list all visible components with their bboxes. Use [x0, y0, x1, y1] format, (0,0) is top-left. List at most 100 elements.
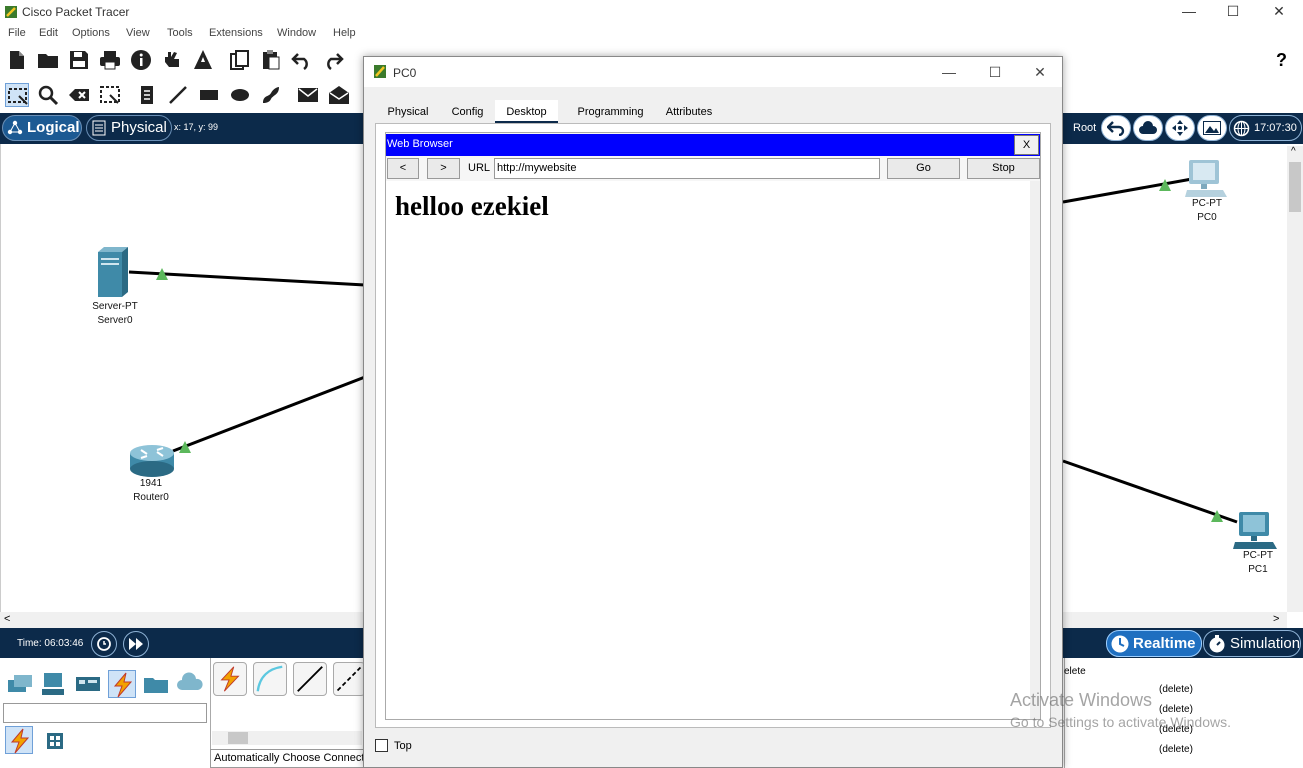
scroll-right-icon[interactable]: >: [1273, 613, 1279, 625]
print-button[interactable]: [98, 48, 122, 72]
new-file-button[interactable]: [5, 48, 29, 72]
maximize-button[interactable]: ☐: [1210, 0, 1256, 22]
network-devices-category[interactable]: [6, 670, 34, 698]
end-devices-icon: [42, 673, 64, 695]
ellipse-icon: [231, 89, 249, 101]
simulation-mode-button[interactable]: Simulation: [1203, 630, 1301, 657]
dialog-minimize-button[interactable]: —: [926, 61, 972, 83]
browser-back-button[interactable]: <: [387, 158, 419, 179]
undo-button[interactable]: [290, 48, 314, 72]
delete-tool-button[interactable]: [67, 83, 91, 107]
workspace-vertical-scrollbar[interactable]: ^: [1287, 146, 1303, 612]
ellipse-tool-button[interactable]: [228, 83, 252, 107]
pc1-label: PC-PT PC1: [1218, 549, 1298, 577]
set-background-button[interactable]: [1197, 115, 1227, 141]
activity-wizard-button[interactable]: [191, 48, 215, 72]
server-label: Server-PT Server0: [73, 300, 157, 328]
line-tool-button[interactable]: [166, 83, 190, 107]
menu-edit[interactable]: Edit: [39, 27, 58, 39]
menu-options[interactable]: Options: [72, 27, 110, 39]
help-button[interactable]: ?: [1276, 50, 1287, 71]
scroll-up-icon[interactable]: ^: [1291, 146, 1296, 157]
url-input[interactable]: http://mywebsite: [494, 158, 880, 179]
pdu-delete-link[interactable]: (delete): [1159, 684, 1193, 695]
physical-view-tab[interactable]: Physical: [86, 115, 172, 141]
tab-config[interactable]: Config: [442, 100, 493, 124]
tab-desktop[interactable]: Desktop: [495, 100, 558, 124]
multiuser-cloud-icon: [177, 672, 203, 690]
new-cluster-button[interactable]: [1133, 115, 1163, 141]
browser-go-button[interactable]: Go: [887, 158, 960, 179]
folder-icon: [144, 678, 168, 693]
tab-programming[interactable]: Programming: [560, 100, 661, 124]
menu-view[interactable]: View: [126, 27, 150, 39]
logical-view-tab[interactable]: Logical: [2, 115, 82, 141]
dialog-titlebar[interactable]: PC0 — ☐ ✕: [364, 57, 1062, 87]
menu-tools[interactable]: Tools: [167, 27, 193, 39]
copy-button[interactable]: [228, 48, 252, 72]
pc1-link: [1062, 459, 1238, 524]
connections-subcategory[interactable]: [5, 726, 33, 754]
note-tool-button[interactable]: [135, 83, 159, 107]
viewport-clock[interactable]: 17:07:30: [1229, 115, 1302, 141]
connections-category[interactable]: [108, 670, 136, 698]
auto-connection-button[interactable]: [213, 662, 247, 696]
menu-file[interactable]: File: [8, 27, 26, 39]
device-search-field[interactable]: [3, 703, 207, 723]
browser-scrollbar[interactable]: [1030, 181, 1040, 719]
info-button[interactable]: [129, 48, 153, 72]
back-arrow-icon: [1107, 121, 1125, 136]
open-button[interactable]: [36, 48, 60, 72]
fast-forward-button[interactable]: [123, 631, 149, 657]
globe-icon: [1233, 120, 1250, 137]
browser-forward-button[interactable]: >: [427, 158, 460, 179]
close-button[interactable]: ✕: [1256, 0, 1302, 22]
connection-scrollbar[interactable]: [212, 731, 362, 745]
straight-through-cable-button[interactable]: [293, 662, 327, 696]
web-browser-close-button[interactable]: X: [1014, 135, 1039, 155]
save-button[interactable]: [67, 48, 91, 72]
multiuser-category[interactable]: [176, 670, 204, 698]
router-icon[interactable]: [129, 444, 175, 478]
paste-button[interactable]: [259, 48, 283, 72]
grid-view-button[interactable]: [46, 732, 64, 750]
miscellaneous-category[interactable]: [142, 670, 170, 698]
vertical-scroll-thumb[interactable]: [1289, 162, 1301, 212]
freeform-tool-button[interactable]: [259, 83, 283, 107]
menu-window[interactable]: Window: [277, 27, 316, 39]
tab-physical[interactable]: Physical: [374, 100, 442, 124]
add-complex-pdu-button[interactable]: [327, 83, 351, 107]
power-cycle-button[interactable]: [91, 631, 117, 657]
pdu-delete-link[interactable]: (delete): [1159, 744, 1193, 755]
minimize-button[interactable]: —: [1166, 0, 1212, 22]
select-icon: [8, 88, 28, 105]
dialog-close-button[interactable]: ✕: [1017, 61, 1063, 83]
menu-help[interactable]: Help: [333, 27, 356, 39]
components-category[interactable]: [74, 670, 102, 698]
pc-icon[interactable]: [1233, 511, 1277, 551]
pc-icon[interactable]: [1185, 159, 1229, 199]
realtime-mode-button[interactable]: Realtime: [1106, 630, 1202, 657]
connection-scroll-thumb[interactable]: [228, 732, 248, 744]
inspect-tool-button[interactable]: [36, 83, 60, 107]
server-icon[interactable]: [94, 246, 130, 298]
end-devices-category[interactable]: [40, 670, 68, 698]
resize-tool-button[interactable]: [98, 83, 122, 107]
activation-watermark-title: Activate Windows: [1010, 690, 1153, 710]
menu-extensions[interactable]: Extensions: [209, 27, 263, 39]
back-level-button[interactable]: [1101, 115, 1131, 141]
move-object-button[interactable]: [1165, 115, 1195, 141]
scroll-left-icon[interactable]: <: [4, 613, 10, 625]
crossover-cable-button[interactable]: [333, 662, 365, 696]
dialog-maximize-button[interactable]: ☐: [972, 61, 1018, 83]
tab-attributes[interactable]: Attributes: [661, 100, 717, 124]
add-simple-pdu-button[interactable]: [296, 83, 320, 107]
browser-content-area[interactable]: helloo ezekiel: [386, 181, 1040, 719]
network-info-button[interactable]: [160, 48, 184, 72]
console-cable-button[interactable]: [253, 662, 287, 696]
rectangle-tool-button[interactable]: [197, 83, 221, 107]
browser-stop-button[interactable]: Stop: [967, 158, 1040, 179]
redo-button[interactable]: [321, 48, 345, 72]
always-on-top-checkbox[interactable]: [375, 739, 388, 752]
select-tool-button[interactable]: [5, 83, 29, 107]
